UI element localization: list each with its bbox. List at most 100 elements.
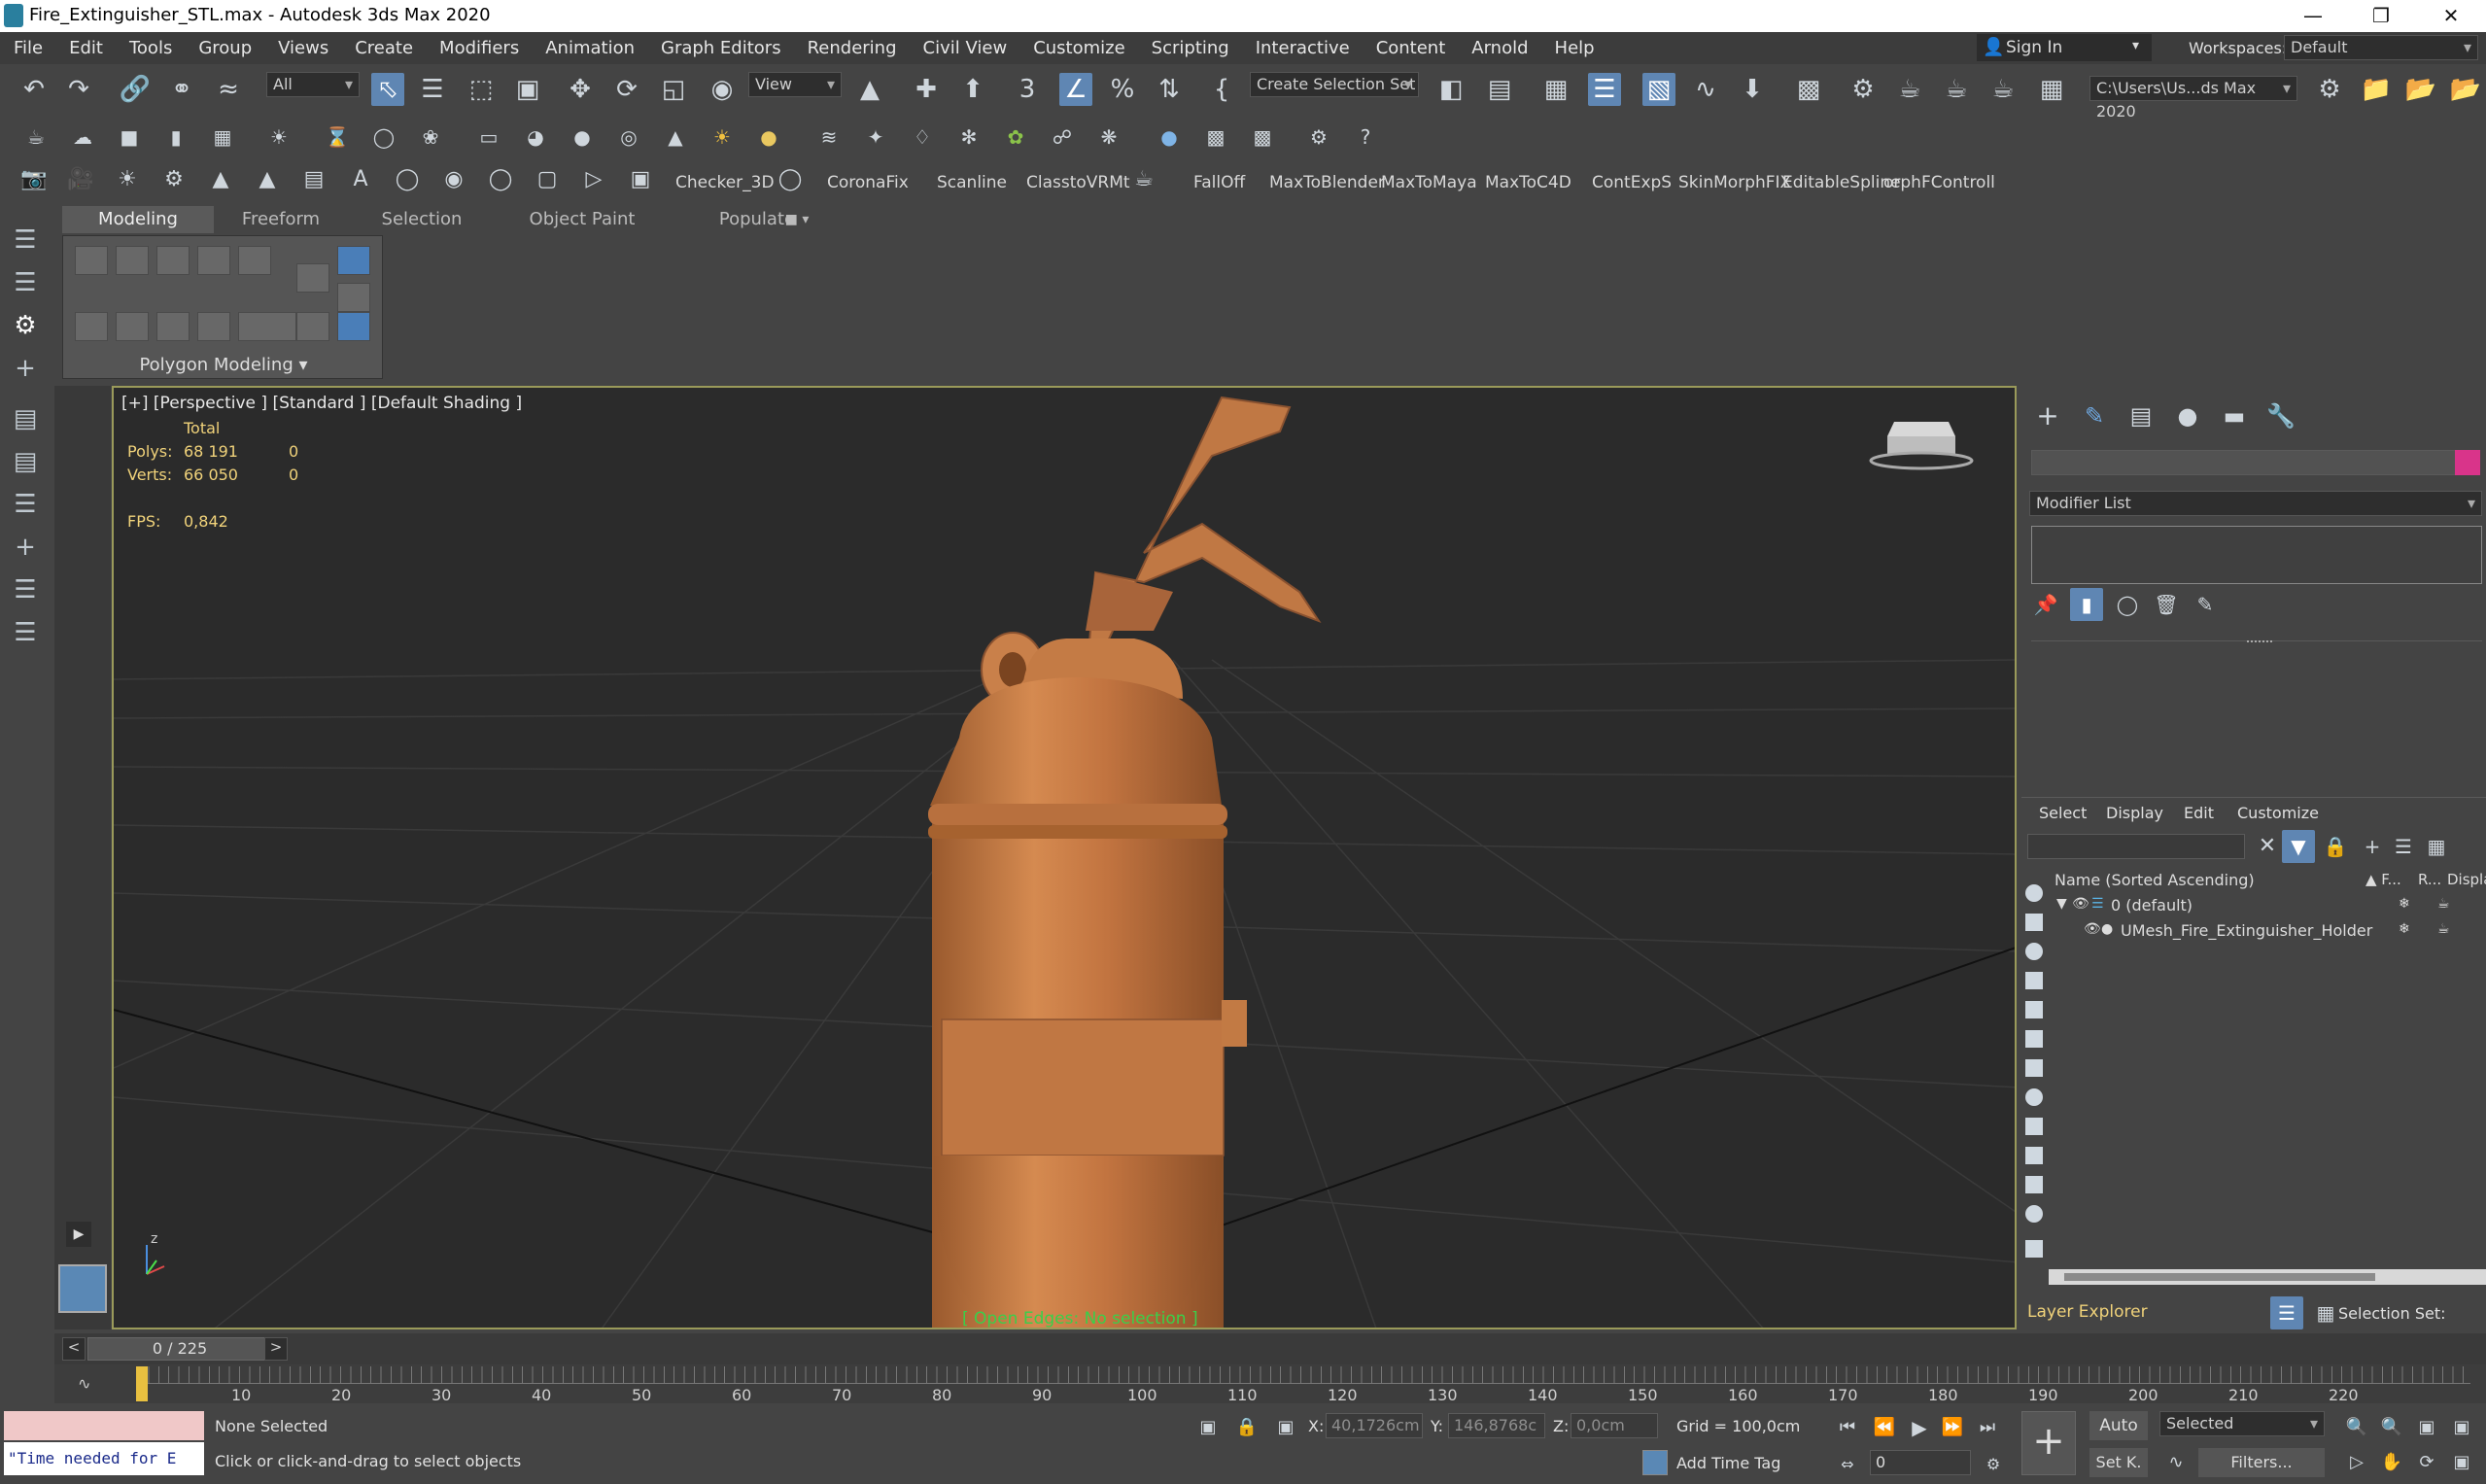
selection-region-icon[interactable]: ⬚ [465,73,498,106]
menu-rendering[interactable]: Rendering [808,32,897,64]
frozen-filter-icon[interactable] [2025,1176,2043,1193]
bulb-icon[interactable]: ☀ [111,163,144,196]
add-time-tag[interactable]: Add Time Tag [1676,1454,1780,1472]
lightbulb-icon[interactable]: ◯ [484,163,517,196]
pivot-center-icon[interactable]: ▲ [853,73,886,106]
render-region-icon[interactable]: ▷ [577,163,610,196]
sign-in-button[interactable]: 👤 Sign In ▾ [1977,34,2152,61]
layer-options-icon[interactable]: ▦ [2420,830,2453,863]
project-folder-icon[interactable]: ⚙ [2313,73,2346,106]
clear-search-icon[interactable]: ✕ [2251,830,2284,863]
rendered-frame-window-icon[interactable]: ☕ [1893,73,1926,106]
video-camera-icon[interactable]: 🎥 [64,163,97,196]
zoom-icon[interactable]: 🔍 [2340,1411,2373,1444]
border-button[interactable] [156,246,190,275]
add-layer-icon[interactable]: + [8,354,43,387]
select-manipulate-icon[interactable]: ✚ [910,73,943,106]
save-folder-icon[interactable]: 📂 [2404,73,2437,106]
vray-icon[interactable]: ☕ [1127,163,1160,196]
eye-icon[interactable]: 👁 [2072,896,2089,912]
scene-tab-customize[interactable]: Customize [2237,804,2319,822]
xref-filter-icon[interactable] [2025,1088,2043,1106]
forest-icon[interactable]: ▲ [251,163,284,196]
perspective-viewport[interactable]: z [+] [Perspective ] [Standard ] [Defaul… [112,386,2017,1329]
field-of-view-icon[interactable]: ▷ [2340,1446,2373,1479]
angle-snap-icon[interactable]: ∠ [1059,73,1092,106]
modify-mode-button[interactable] [75,312,108,341]
hidden-filter-icon[interactable] [2025,1205,2043,1223]
snaps-toggle-icon[interactable]: 3 [1011,73,1044,106]
horizontal-scrollbar[interactable] [2049,1269,2486,1285]
ribbon-side-button-d[interactable] [296,312,329,341]
object-color-swatch[interactable] [2455,450,2480,475]
select-object-icon[interactable]: ⬁ [371,73,404,106]
scene-search-input[interactable] [2027,834,2245,859]
project-path-dropdown[interactable]: C:\Users\Us...ds Max 2020 [2089,76,2297,121]
filters-button[interactable]: Filters... [2198,1448,2325,1477]
mirror-icon[interactable]: ◧ [1434,73,1467,106]
workspace-dropdown[interactable]: Default [2284,35,2478,60]
set-key-button[interactable]: Set K. [2089,1448,2148,1477]
key-mode-icon[interactable]: ⇔ [1831,1448,1864,1481]
toggle-layer-explorer-icon[interactable]: ☰ [1588,73,1621,106]
text-icon[interactable]: A [344,163,377,196]
ribbon-side-button-b[interactable] [337,246,370,275]
tab-selection[interactable]: Selection [354,206,490,233]
cone-icon[interactable]: ▲ [659,121,692,154]
scene-tab-select[interactable]: Select [2039,804,2087,822]
prev-frame-button[interactable]: < [62,1337,86,1361]
scale-icon[interactable]: ◱ [657,73,690,106]
menu-customize[interactable]: Customize [1033,32,1124,64]
shape-filter-icon[interactable] [2025,914,2043,931]
render-teapot-icon[interactable]: ☕ [2437,921,2450,937]
layer-explorer-label[interactable]: Layer Explorer [2027,1302,2148,1322]
tab-modeling[interactable]: Modeling [62,206,214,233]
material-ball-icon[interactable]: ● [1153,121,1186,154]
viewport-layout-icon[interactable]: ▣ [624,163,657,196]
sky-icon[interactable]: ● [752,121,785,154]
key-filter-selected-dropdown[interactable]: Selected [2159,1411,2325,1436]
track-bar[interactable]: ∿ 10 20 30 40 50 60 70 80 90 100 110 120… [54,1364,2486,1404]
viewport-label[interactable]: [+] [Perspective ] [Standard ] [Default … [121,394,522,413]
edit-named-selection-icon[interactable]: { [1205,73,1238,106]
sphere-icon[interactable]: ● [566,121,599,154]
layer-explorer-icon[interactable]: ☰ [2270,1296,2303,1329]
toggle-command-mode-button[interactable] [238,312,296,341]
light-filter-icon[interactable] [2025,943,2043,960]
y-coordinate-field[interactable]: 146,8768c [1448,1413,1545,1438]
time-tag-icon[interactable] [1642,1450,1668,1475]
script-skinmorphfix[interactable]: SkinMorphFIX [1678,173,1791,192]
camera-filter-icon[interactable] [2025,972,2043,989]
current-frame-field[interactable]: 0 [1870,1450,1971,1475]
ribbon-side-button-e[interactable] [337,312,370,341]
go-to-start-icon[interactable]: ⏮ [1831,1411,1864,1444]
menu-civil-view[interactable]: Civil View [923,32,1008,64]
absolute-mode-icon[interactable]: ▣ [1269,1411,1302,1444]
corona-icon[interactable]: ◯ [774,163,807,196]
minimize-icon[interactable]: — [2279,2,2347,29]
expand-layout-icon[interactable]: ▶ [66,1222,91,1247]
maxscript-mini-listener[interactable]: "Time needed for E [4,1442,204,1475]
modifier-list-dropdown[interactable]: Modifier List [2029,491,2482,516]
layers-icon[interactable]: ☰ [8,225,43,259]
render-in-cloud-icon[interactable]: ▦ [2035,73,2068,106]
zoom-all-icon[interactable]: 🔍 [2375,1411,2408,1444]
plane-icon[interactable]: ▭ [472,121,505,154]
previous-key-icon[interactable]: ⏪ [1868,1411,1901,1444]
undo-icon[interactable]: ↶ [17,73,51,106]
set-key-plus-icon[interactable]: + [2021,1411,2076,1475]
keyboard-shortcut-icon[interactable]: ⬆ [956,73,989,106]
ring-icon[interactable]: ◯ [391,163,424,196]
bind-space-warp-icon[interactable]: ≈ [212,73,245,106]
create-tab-icon[interactable]: + [2031,399,2064,432]
expand-toggle-icon[interactable]: ▼ [2056,896,2067,912]
selection-filter-dropdown[interactable]: All [266,72,360,97]
new-layer-icon[interactable]: + [2356,830,2389,863]
selection-lock-icon[interactable]: 🔒 [1230,1411,1263,1444]
link-icon[interactable]: 🔗 [119,73,152,106]
menu-views[interactable]: Views [278,32,328,64]
frame-icon[interactable]: ▢ [531,163,564,196]
stack-icon[interactable]: ☰ [8,575,43,608]
z-coordinate-field[interactable]: 0,0cm [1571,1413,1658,1438]
open-folder-icon[interactable]: 📁 [2360,73,2393,106]
